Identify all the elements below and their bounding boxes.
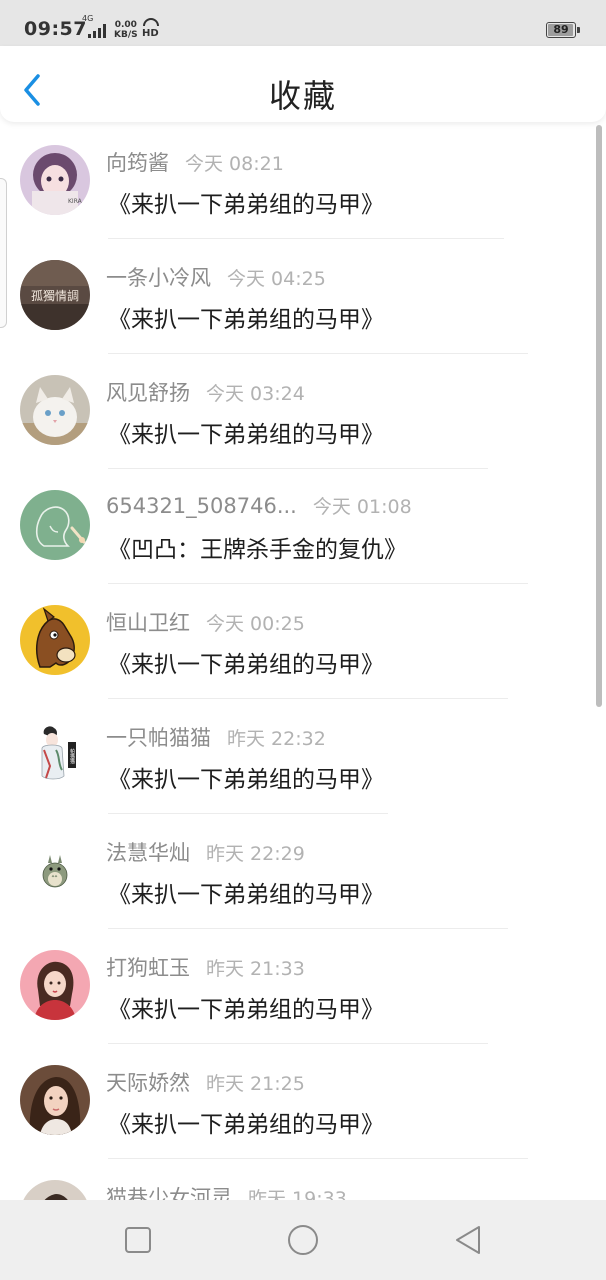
scrollbar[interactable] (596, 125, 602, 707)
divider (108, 468, 488, 469)
article-title[interactable]: 《来扒一下弟弟组的马甲》 (108, 300, 384, 334)
item-meta: 恒山卫红 今天 00:25 (106, 607, 305, 637)
network-speed: 0.00 KB/S (114, 20, 138, 40)
home-button[interactable] (285, 1222, 321, 1258)
app-header: 收藏 (0, 46, 606, 122)
avatar-text: 孤獨情調 (31, 288, 79, 303)
divider (108, 698, 508, 699)
user-name[interactable]: 654321_508746... (106, 494, 297, 518)
network-type: 4G (82, 14, 94, 23)
photo-girl-avatar-icon[interactable] (20, 1065, 90, 1135)
user-name[interactable]: 法慧华灿 (106, 841, 190, 865)
photo-avatar-icon[interactable] (20, 1180, 90, 1200)
system-nav-bar (0, 1200, 606, 1280)
cartoon-horse-avatar-icon[interactable] (20, 605, 90, 675)
status-time: 09:57 (24, 18, 87, 40)
page-title: 收藏 (268, 77, 337, 115)
divider (108, 353, 528, 354)
user-name[interactable]: 向筠酱 (106, 151, 169, 175)
favorite-time: 今天 08:21 (185, 153, 284, 175)
list-item[interactable]: 打狗虹玉 昨天 21:33 《来扒一下弟弟组的马甲》 (0, 930, 606, 1045)
list-item[interactable]: 恒山卫红 今天 00:25 《来扒一下弟弟组的马甲》 (0, 585, 606, 700)
divider (108, 238, 504, 239)
item-meta: 一条小冷风 今天 04:25 (106, 262, 326, 292)
article-title[interactable]: 《来扒一下弟弟组的马甲》 (108, 875, 384, 909)
recent-apps-button[interactable] (120, 1222, 156, 1258)
divider (108, 1158, 528, 1159)
favorite-time: 今天 01:08 (312, 496, 412, 518)
user-name[interactable]: 一条小冷风 (106, 266, 211, 290)
user-name[interactable]: 恒山卫红 (106, 611, 190, 635)
illustrated-girl-avatar-icon[interactable] (20, 950, 90, 1020)
item-meta: 打狗虹玉 昨天 21:33 (106, 952, 305, 982)
article-title[interactable]: 《来扒一下弟弟组的马甲》 (108, 760, 384, 794)
divider (108, 583, 528, 584)
article-title[interactable]: 《来扒一下弟弟组的马甲》 (108, 645, 384, 679)
list-item[interactable]: 猫巷少女河灵 昨天 19:33 (0, 1160, 606, 1200)
list-item[interactable]: 帕猫猫 一只帕猫猫 昨天 22:32 《来扒一下弟弟组的马甲》 (0, 700, 606, 815)
item-meta: 一只帕猫猫 昨天 22:32 (106, 722, 326, 752)
list-item[interactable]: KIRA 向筠酱 今天 08:21 《来扒一下弟弟组的马甲》 (0, 125, 606, 240)
totoro-avatar-icon[interactable] (20, 835, 90, 905)
article-title[interactable]: 《来扒一下弟弟组的马甲》 (108, 415, 384, 449)
favorite-time: 昨天 19:33 (248, 1188, 347, 1200)
list-item[interactable]: 风见舒扬 今天 03:24 《来扒一下弟弟组的马甲》 (0, 355, 606, 470)
item-meta: 风见舒扬 今天 03:24 (106, 377, 305, 407)
favorites-list: KIRA 向筠酱 今天 08:21 《来扒一下弟弟组的马甲》 孤獨情調 一条小冷风… (0, 125, 606, 1200)
default-silhouette-avatar-icon[interactable] (20, 490, 90, 560)
user-name[interactable]: 风见舒扬 (106, 381, 190, 405)
user-name[interactable]: 打狗虹玉 (106, 956, 190, 980)
square-icon (125, 1227, 151, 1253)
article-title[interactable]: 《凹凸：王牌杀手金的复仇》 (108, 530, 407, 564)
status-bar: 09:57 4G 0.00 KB/S HD 89 (0, 0, 606, 46)
hd-icon: HD (142, 18, 160, 40)
battery-tip (577, 27, 580, 33)
battery-percent: 89 (553, 23, 569, 36)
avatar-text: KIRA (68, 198, 83, 205)
favorite-time: 昨天 21:33 (206, 958, 305, 980)
user-name[interactable]: 天际娇然 (106, 1071, 190, 1095)
favorite-time: 今天 04:25 (227, 268, 326, 290)
back-nav-button[interactable] (450, 1222, 486, 1258)
circle-icon (288, 1225, 318, 1255)
item-meta: 法慧华灿 昨天 22:29 (106, 837, 305, 867)
article-title[interactable]: 《来扒一下弟弟组的马甲》 (108, 1105, 384, 1139)
article-title[interactable]: 《来扒一下弟弟组的马甲》 (108, 185, 384, 219)
article-title[interactable]: 《来扒一下弟弟组的马甲》 (108, 990, 384, 1024)
anime-girl-avatar-icon[interactable]: KIRA (20, 145, 90, 215)
item-meta: 654321_508746... 今天 01:08 (106, 492, 412, 519)
hd-label: HD (142, 28, 159, 39)
signal-icon (88, 24, 106, 38)
text-logo-avatar-icon[interactable]: 孤獨情調 (20, 260, 90, 330)
list-item[interactable]: 654321_508746... 今天 01:08 《凹凸：王牌杀手金的复仇》 (0, 470, 606, 585)
triangle-back-icon (456, 1226, 480, 1254)
divider (108, 813, 388, 814)
favorite-time: 今天 03:24 (206, 383, 305, 405)
list-item[interactable]: 法慧华灿 昨天 22:29 《来扒一下弟弟组的马甲》 (0, 815, 606, 930)
divider (108, 928, 508, 929)
user-name[interactable]: 猫巷少女河灵 (106, 1186, 232, 1200)
divider (108, 1043, 488, 1044)
list-item[interactable]: 天际娇然 昨天 21:25 《来扒一下弟弟组的马甲》 (0, 1045, 606, 1160)
speed-unit: KB/S (114, 30, 138, 40)
item-meta: 向筠酱 今天 08:21 (106, 147, 284, 177)
favorite-time: 昨天 22:29 (206, 843, 305, 865)
favorite-time: 昨天 22:32 (227, 728, 326, 750)
item-meta: 天际娇然 昨天 21:25 (106, 1067, 305, 1097)
favorite-time: 昨天 21:25 (206, 1073, 305, 1095)
user-name[interactable]: 一只帕猫猫 (106, 726, 211, 750)
battery-icon: 89 (546, 22, 576, 38)
white-cat-avatar-icon[interactable] (20, 375, 90, 445)
list-item[interactable]: 孤獨情調 一条小冷风 今天 04:25 《来扒一下弟弟组的马甲》 (0, 240, 606, 355)
favorite-time: 今天 00:25 (206, 613, 305, 635)
speed-value: 0.00 (114, 20, 137, 30)
avatar-text: 帕猫猫 (69, 748, 75, 765)
item-meta: 猫巷少女河灵 昨天 19:33 (106, 1182, 347, 1200)
opera-figure-avatar-icon[interactable]: 帕猫猫 (20, 720, 90, 790)
